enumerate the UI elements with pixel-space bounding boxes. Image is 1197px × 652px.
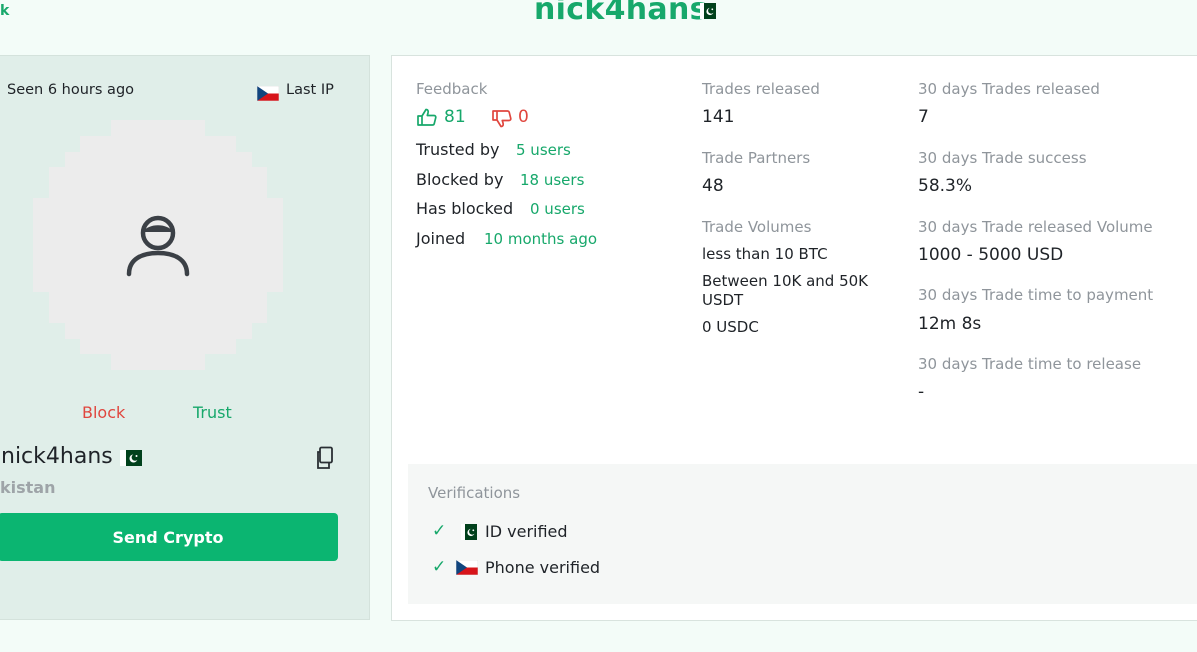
thirty-days-released-label: 30 days Trades released [918,80,1100,98]
check-icon: ✓ [432,557,447,577]
pakistan-flag-icon [120,450,142,466]
thirty-days-payment-value: 12m 8s [918,314,982,334]
thirty-days-payment-label: 30 days Trade time to payment [918,286,1154,304]
negative-feedback-count: 0 [518,107,529,127]
has-blocked-label: Has blocked [416,199,514,218]
has-blocked-link[interactable]: 0 users [530,200,585,218]
user-icon [126,215,190,277]
page-title: nick4hans [534,0,708,27]
pakistan-flag-icon [461,524,477,540]
trade-partners-label: Trade Partners [702,149,811,167]
last-ip-label: Last IP [286,82,334,98]
verifications-label: Verifications [428,484,521,502]
thumbs-up-icon [417,108,437,126]
trades-released-label: Trades released [702,80,820,98]
joined-label: Joined [416,229,466,248]
thirty-days-release-label: 30 days Trade time to release [918,355,1142,373]
id-verified-text: ID verified [485,522,568,541]
czech-flag-icon [456,560,478,575]
thirty-days-volume-value: 1000 - 5000 USD [918,245,1064,265]
trade-volume-usdc: 0 USDC [702,318,759,336]
country-text: kistan [0,478,56,497]
back-link[interactable]: k [0,3,9,19]
trusted-by-label: Trusted by [416,140,500,159]
thumbs-down-icon [492,110,512,128]
trust-button[interactable]: Trust [193,403,232,422]
positive-feedback-count: 81 [444,107,466,127]
thirty-days-success-value: 58.3% [918,176,973,196]
pakistan-flag-icon [700,3,716,19]
thirty-days-release-value: - [918,382,925,402]
check-icon: ✓ [432,521,447,541]
last-seen-text: Seen 6 hours ago [7,82,135,98]
joined-value: 10 months ago [484,230,598,248]
thirty-days-released-value: 7 [918,107,929,127]
blocked-by-label: Blocked by [416,170,504,189]
trades-released-value: 141 [702,107,735,127]
blocked-by-link[interactable]: 18 users [520,171,584,189]
czech-flag-icon [257,86,279,101]
thirty-days-success-label: 30 days Trade success [918,149,1087,167]
phone-verified-text: Phone verified [485,558,601,577]
feedback-label: Feedback [416,80,488,98]
send-crypto-button[interactable]: Send Crypto [0,513,338,561]
trusted-by-link[interactable]: 5 users [516,141,571,159]
thirty-days-volume-label: 30 days Trade released Volume [918,218,1153,236]
trade-volume-btc: less than 10 BTC [702,245,828,263]
trade-volume-usdt: Between 10K and 50K USDT [702,272,869,309]
trade-partners-value: 48 [702,176,724,196]
copy-icon[interactable] [315,446,335,470]
block-button[interactable]: Block [82,403,125,422]
trade-volumes-label: Trade Volumes [702,218,812,236]
username: nick4hans [1,444,113,469]
